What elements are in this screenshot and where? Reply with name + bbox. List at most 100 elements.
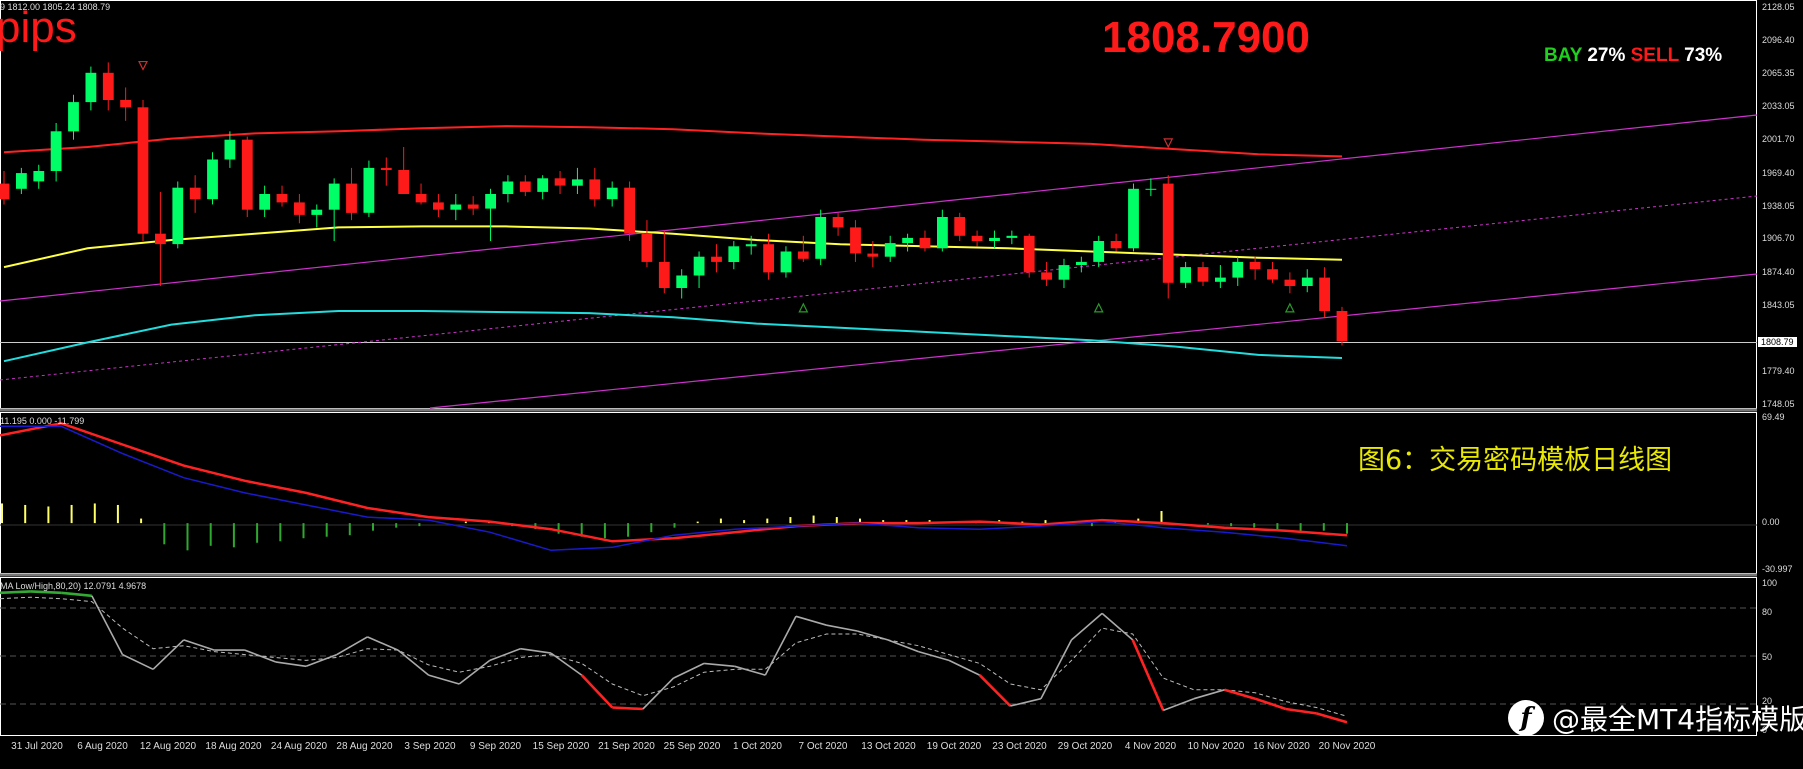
candle-body xyxy=(1110,241,1122,249)
candle-body xyxy=(624,187,635,234)
candle-body xyxy=(1319,277,1330,311)
date-axis-label: 28 Aug 2020 xyxy=(336,741,393,752)
date-axis-label: 31 Jul 2020 xyxy=(11,741,63,752)
date-axis-label: 29 Oct 2020 xyxy=(1057,741,1113,752)
date-axis-label: 19 Oct 2020 xyxy=(926,741,982,752)
price-axis-label: 1874.40 xyxy=(1762,266,1795,277)
date-axis-label: 1 Oct 2020 xyxy=(733,741,782,752)
date-axis-label: 21 Sep 2020 xyxy=(598,741,655,752)
candle-body xyxy=(1267,269,1278,280)
sell-percent: 73% xyxy=(1684,45,1723,66)
oscillator-main-segment xyxy=(612,706,643,711)
current-price-tag: 1808.79 xyxy=(1758,337,1797,347)
candle-body xyxy=(346,183,357,213)
candle-body xyxy=(693,256,705,276)
candle-body xyxy=(554,178,566,186)
candle-body xyxy=(0,183,10,200)
candle-body xyxy=(1284,279,1296,286)
candle-body xyxy=(328,183,340,210)
current-price-display: 1808.7900 xyxy=(1102,13,1310,62)
candle-body xyxy=(606,187,618,200)
date-axis-label: 18 Aug 2020 xyxy=(205,741,262,752)
price-axis-label: 1906.70 xyxy=(1762,233,1795,244)
candle-body xyxy=(711,256,722,262)
oscillator-axis-label: 100 xyxy=(1762,578,1778,588)
oscillator-main-segment xyxy=(0,590,31,595)
price-axis-label: 2065.35 xyxy=(1762,67,1795,78)
candle-body xyxy=(537,178,549,192)
candle-body xyxy=(1180,267,1191,283)
candle-body xyxy=(745,244,757,247)
candle-body xyxy=(120,100,131,108)
chart-window[interactable]: 9 1812.00 1805.24 1808.79 pips 1808.7900… xyxy=(0,0,1803,764)
candle-body xyxy=(1301,277,1313,286)
date-axis-label: 12 Aug 2020 xyxy=(139,741,197,752)
candle-body xyxy=(572,179,583,186)
candle-body xyxy=(658,261,670,288)
candle-body xyxy=(1215,277,1226,282)
date-axis-label: 16 Nov 2020 xyxy=(1253,741,1310,752)
candle-body xyxy=(415,194,427,203)
candle-body xyxy=(102,72,114,100)
candle-body xyxy=(137,107,149,234)
candle-body xyxy=(241,139,253,210)
date-axis-label: 6 Aug 2020 xyxy=(77,741,128,752)
sentiment-readout: BAY 27% SELL 73% xyxy=(1544,45,1722,67)
candle-body xyxy=(1023,235,1035,273)
sell-label: SELL xyxy=(1630,45,1679,66)
date-axis-label: 7 Oct 2020 xyxy=(798,741,848,752)
price-axis-label: 1843.05 xyxy=(1762,299,1795,310)
candle-body xyxy=(884,243,896,257)
oscillator-values-label: MA Low/High,80,20) 12.0791 4.9678 xyxy=(0,581,147,591)
candle-body xyxy=(519,181,531,192)
macd-axis-label: 69.49 xyxy=(1762,412,1785,422)
price-axis-label: 2128.05 xyxy=(1762,2,1795,12)
price-axis-label: 1969.40 xyxy=(1762,167,1795,178)
date-axis-label: 10 Nov 2020 xyxy=(1187,741,1245,752)
watermark-text: @最全MT4指标模版 xyxy=(1552,703,1803,736)
date-axis-label: 24 Aug 2020 xyxy=(270,741,328,752)
chart-canvas[interactable] xyxy=(0,0,1803,764)
buy-label: BAY xyxy=(1544,45,1583,66)
date-axis-label: 13 Oct 2020 xyxy=(861,741,916,752)
candle-body xyxy=(294,202,305,215)
candle-body xyxy=(1232,261,1244,278)
candle-body xyxy=(1006,235,1018,238)
candle-body xyxy=(85,72,97,103)
figure-caption: 图6：交易密码模板日线图 xyxy=(1358,445,1673,476)
candle-body xyxy=(1197,267,1209,282)
date-axis-label: 15 Sep 2020 xyxy=(532,741,590,752)
candle-body xyxy=(380,167,392,170)
candle-body xyxy=(780,251,792,273)
candle-body xyxy=(1128,188,1139,249)
oscillator-axis-label: 50 xyxy=(1762,651,1773,662)
oscillator-main-segment xyxy=(30,590,62,595)
candle-body xyxy=(850,227,861,254)
candle-body xyxy=(363,167,375,213)
candle-body xyxy=(1162,183,1174,283)
macd-axis-label: 0.00 xyxy=(1762,517,1780,528)
watermark: f @最全MT4指标模版 xyxy=(1508,698,1803,738)
date-axis-label: 3 Sep 2020 xyxy=(404,741,456,752)
candle-body xyxy=(50,131,62,171)
price-axis-label: 2001.70 xyxy=(1762,134,1795,144)
candle-body xyxy=(763,244,774,273)
candle-body xyxy=(589,179,601,200)
candle-body xyxy=(676,275,688,288)
candle-body xyxy=(1058,265,1070,280)
candle-body xyxy=(797,251,809,259)
candle-body xyxy=(155,233,166,245)
price-axis-label: 1779.40 xyxy=(1762,366,1795,377)
price-axis-label: 1748.05 xyxy=(1762,399,1795,409)
candle-body xyxy=(259,194,271,210)
date-axis-label: 20 Nov 2020 xyxy=(1318,741,1376,752)
candle-body xyxy=(867,253,879,257)
macd-values-label: 11.195 0.000 -11.799 xyxy=(0,416,85,426)
candle-body xyxy=(919,237,931,249)
candle-body xyxy=(1093,241,1105,262)
candle-body xyxy=(902,237,913,244)
candle-body xyxy=(16,173,27,189)
candle-body xyxy=(172,187,184,245)
candle-body xyxy=(815,217,827,259)
candle-body xyxy=(641,233,653,262)
